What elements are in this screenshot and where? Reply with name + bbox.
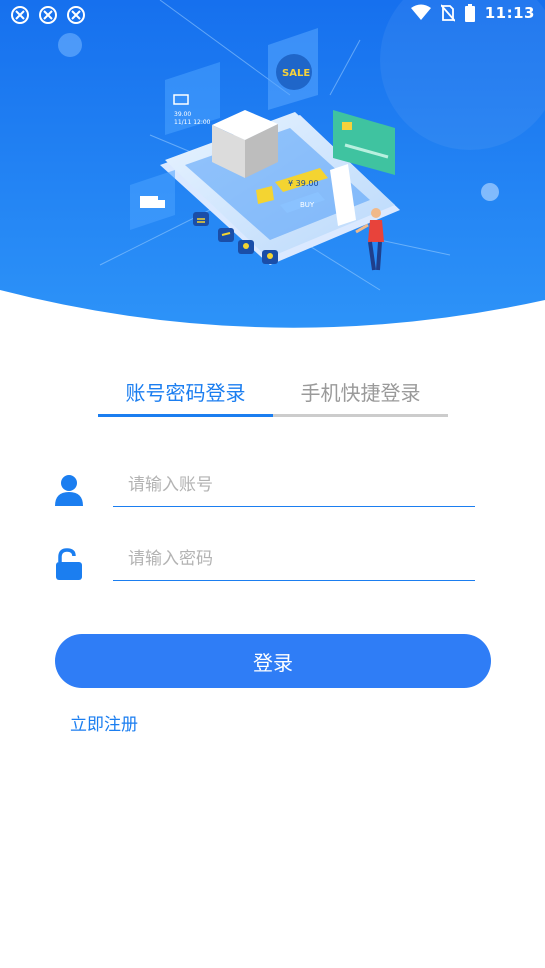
app-notification-icon [11, 6, 29, 24]
pay-text: BUY [300, 201, 315, 209]
login-tabs: 账号密码登录 手机快捷登录 [98, 372, 448, 418]
battery-icon [464, 4, 475, 22]
app-notification-icon [39, 6, 57, 24]
app-notification-icon [67, 6, 85, 24]
password-row [52, 537, 477, 587]
tab-account-password[interactable]: 账号密码登录 [98, 372, 273, 414]
hero-illustration: ¥ 39.00 BUY SALE 39.00 11/11 12:00 [0, 0, 545, 328]
password-input[interactable] [113, 537, 475, 581]
system-indicators: 11:13 [410, 4, 535, 22]
price-text: ¥ 39.00 [288, 179, 319, 188]
login-button[interactable]: 登录 [55, 634, 491, 688]
account-row [52, 463, 477, 513]
register-link[interactable]: 立即注册 [70, 710, 138, 735]
unlock-icon [56, 548, 82, 580]
status-bar: 11:13 [0, 0, 545, 30]
sale-text: SALE [282, 68, 310, 79]
account-input[interactable] [113, 463, 475, 507]
user-icon [55, 475, 83, 506]
status-time: 11:13 [484, 4, 535, 22]
amount-text: 39.00 [174, 111, 191, 118]
date-text: 11/11 12:00 [174, 119, 211, 126]
no-sim-icon [440, 4, 455, 22]
hero-banner: ¥ 39.00 BUY SALE 39.00 11/11 12:00 [0, 0, 545, 330]
tab-underline-active [98, 414, 273, 417]
wifi-icon [410, 4, 431, 20]
tab-phone-quick-login[interactable]: 手机快捷登录 [273, 372, 448, 414]
notification-icons [10, 5, 86, 25]
